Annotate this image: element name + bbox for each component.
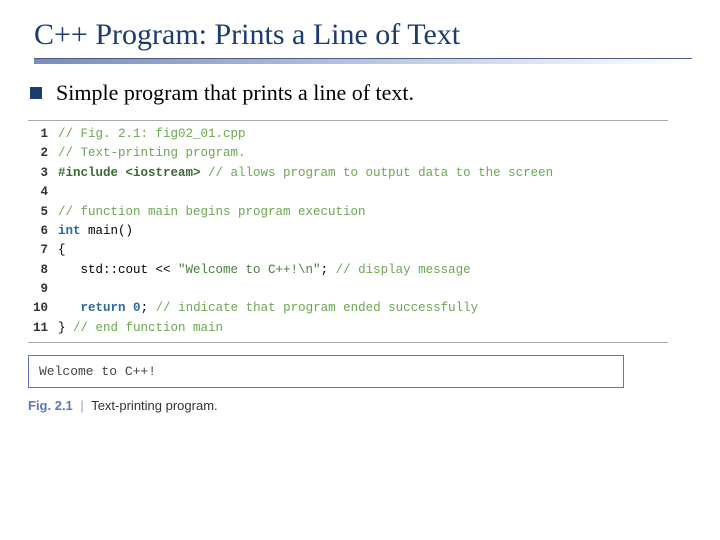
gradient-rule (34, 58, 692, 64)
code-token: ; (321, 263, 336, 277)
code-content: std::cout << "Welcome to C++!\n"; // dis… (58, 261, 471, 280)
slide-title: C++ Program: Prints a Line of Text (28, 18, 692, 52)
code-content: return 0; // indicate that program ended… (58, 299, 478, 318)
code-token: // indicate that program ended successfu… (156, 301, 479, 315)
code-content: // Fig. 2.1: fig02_01.cpp (58, 125, 246, 144)
line-number: 10 (28, 299, 58, 318)
code-content: // function main begins program executio… (58, 203, 366, 222)
code-line: 10 return 0; // indicate that program en… (28, 299, 668, 318)
code-line: 5// function main begins program executi… (28, 203, 668, 222)
code-token: // end function main (73, 321, 223, 335)
slide: C++ Program: Prints a Line of Text Simpl… (0, 0, 720, 431)
title-underline (28, 58, 692, 66)
line-number: 3 (28, 164, 58, 183)
code-token (126, 301, 134, 315)
line-number: 4 (28, 183, 58, 202)
line-number: 11 (28, 319, 58, 338)
code-line: 7{ (28, 241, 668, 260)
line-number: 7 (28, 241, 58, 260)
line-number: 1 (28, 125, 58, 144)
code-content: #include <iostream> // allows program to… (58, 164, 553, 183)
code-line: 6int main() (28, 222, 668, 241)
code-line: 11} // end function main (28, 319, 668, 338)
code-line: 3#include <iostream> // allows program t… (28, 164, 668, 183)
code-content: } // end function main (58, 319, 223, 338)
code-token: int (58, 224, 81, 238)
code-token: main() (81, 224, 134, 238)
code-line: 1// Fig. 2.1: fig02_01.cpp (28, 125, 668, 144)
code-token: return (81, 301, 126, 315)
code-token: // Text-printing program. (58, 146, 246, 160)
program-output-box: Welcome to C++! (28, 355, 624, 388)
bullet-text: Simple program that prints a line of tex… (56, 80, 414, 106)
code-content: int main() (58, 222, 133, 241)
line-number: 8 (28, 261, 58, 280)
figure-caption: Fig. 2.1 | Text-printing program. (28, 398, 692, 413)
code-token (58, 301, 81, 315)
code-token: ; (141, 301, 156, 315)
code-token: 0 (133, 301, 141, 315)
code-token: { (58, 243, 66, 257)
code-token: // allows program to output data to the … (201, 166, 554, 180)
figure-text: Text-printing program. (91, 398, 217, 413)
code-token: // function main begins program executio… (58, 205, 366, 219)
code-token: std::cout << (58, 263, 178, 277)
code-token: "Welcome to C++!\n" (178, 263, 321, 277)
code-line: 8 std::cout << "Welcome to C++!\n"; // d… (28, 261, 668, 280)
line-number: 9 (28, 280, 58, 299)
code-content: // Text-printing program. (58, 144, 246, 163)
figure-label: Fig. 2.1 (28, 398, 73, 413)
code-line: 4 (28, 183, 668, 202)
code-token: } (58, 321, 73, 335)
square-bullet-icon (30, 87, 42, 99)
code-listing: 1// Fig. 2.1: fig02_01.cpp2// Text-print… (28, 120, 668, 343)
figure-separator: | (76, 398, 87, 413)
code-content: { (58, 241, 66, 260)
bullet-item: Simple program that prints a line of tex… (28, 80, 692, 106)
line-number: 6 (28, 222, 58, 241)
line-number: 5 (28, 203, 58, 222)
line-number: 2 (28, 144, 58, 163)
code-token: // display message (336, 263, 471, 277)
code-line: 2// Text-printing program. (28, 144, 668, 163)
code-token: // Fig. 2.1: fig02_01.cpp (58, 127, 246, 141)
code-line: 9 (28, 280, 668, 299)
code-token: #include <iostream> (58, 166, 201, 180)
